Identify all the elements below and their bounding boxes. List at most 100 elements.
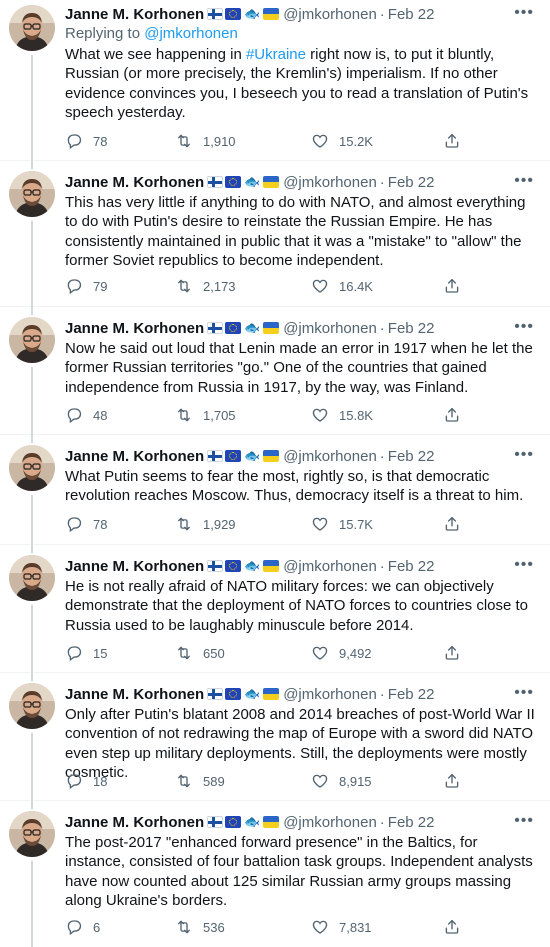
- tweet-date[interactable]: Feb 22: [388, 686, 435, 703]
- retweet-icon: [175, 644, 203, 662]
- avatar[interactable]: [9, 5, 55, 51]
- reply-button[interactable]: 15: [65, 644, 107, 662]
- more-icon[interactable]: •••: [514, 556, 534, 574]
- avatar[interactable]: [9, 555, 55, 601]
- fish-icon: 🐟: [244, 558, 261, 573]
- avatar[interactable]: [9, 317, 55, 363]
- tweet-date[interactable]: Feb 22: [388, 320, 435, 337]
- author-name[interactable]: Janne M. Korhonen: [65, 558, 204, 575]
- thread-line: [31, 605, 33, 673]
- like-button[interactable]: 15.2K: [311, 132, 373, 150]
- author-name[interactable]: Janne M. Korhonen: [65, 320, 204, 337]
- tweet[interactable]: Janne M. Korhonen 🐟 @jmkorhonen · Feb 22…: [0, 545, 550, 673]
- tweet[interactable]: Janne M. Korhonen 🐟 @jmkorhonen · Feb 22…: [0, 0, 550, 161]
- tweet-actions: 18 589 8,915: [65, 772, 465, 792]
- like-button[interactable]: 16.4K: [311, 277, 373, 295]
- retweet-button[interactable]: 1,929: [175, 515, 236, 533]
- avatar[interactable]: [9, 171, 55, 217]
- finland-flag-icon: [207, 816, 224, 828]
- author-name[interactable]: Janne M. Korhonen: [65, 6, 204, 23]
- like-count: 9,492: [339, 645, 372, 661]
- retweet-count: 1,705: [203, 407, 236, 423]
- reply-button[interactable]: 78: [65, 515, 107, 533]
- author-handle[interactable]: @jmkorhonen: [283, 174, 377, 191]
- reply-button[interactable]: 18: [65, 772, 107, 790]
- reply-icon: [65, 515, 93, 533]
- tweet-content: Janne M. Korhonen 🐟 @jmkorhonen · Feb 22…: [65, 318, 538, 397]
- share-button[interactable]: [443, 515, 471, 533]
- thread-line: [31, 161, 33, 169]
- avatar[interactable]: [9, 811, 55, 857]
- share-button[interactable]: [443, 277, 471, 295]
- tweet-content: Janne M. Korhonen 🐟 @jmkorhonen · Feb 22…: [65, 812, 538, 911]
- finland-flag-icon: [207, 322, 224, 334]
- like-button[interactable]: 9,492: [311, 644, 372, 662]
- finland-flag-icon: [207, 450, 224, 462]
- share-button[interactable]: [443, 132, 471, 150]
- retweet-button[interactable]: 1,705: [175, 406, 236, 424]
- ukraine-flag-icon: [263, 8, 280, 20]
- author-name[interactable]: Janne M. Korhonen: [65, 814, 204, 831]
- share-button[interactable]: [443, 644, 471, 662]
- tweet-date[interactable]: Feb 22: [388, 6, 435, 23]
- reply-button[interactable]: 79: [65, 277, 107, 295]
- author-handle[interactable]: @jmkorhonen: [283, 6, 377, 23]
- fish-icon: 🐟: [244, 814, 261, 829]
- retweet-button[interactable]: 589: [175, 772, 225, 790]
- retweet-count: 1,929: [203, 516, 236, 532]
- more-icon[interactable]: •••: [514, 684, 534, 702]
- retweet-button[interactable]: 650: [175, 644, 225, 662]
- reply-button[interactable]: 48: [65, 406, 107, 424]
- like-button[interactable]: 8,915: [311, 772, 372, 790]
- tweet-date[interactable]: Feb 22: [388, 174, 435, 191]
- like-count: 15.7K: [339, 516, 373, 532]
- fish-icon: 🐟: [244, 448, 261, 463]
- author-name[interactable]: Janne M. Korhonen: [65, 174, 204, 191]
- tweet[interactable]: Janne M. Korhonen 🐟 @jmkorhonen · Feb 22…: [0, 161, 550, 307]
- retweet-button[interactable]: 2,173: [175, 277, 236, 295]
- hashtag-link[interactable]: #Ukraine: [246, 46, 306, 63]
- share-button[interactable]: [443, 918, 471, 936]
- more-icon[interactable]: •••: [514, 446, 534, 464]
- author-handle[interactable]: @jmkorhonen: [283, 558, 377, 575]
- author-handle[interactable]: @jmkorhonen: [283, 448, 377, 465]
- tweet[interactable]: Janne M. Korhonen 🐟 @jmkorhonen · Feb 22…: [0, 307, 550, 435]
- heart-icon: [311, 918, 339, 936]
- share-button[interactable]: [443, 406, 471, 424]
- retweet-icon: [175, 406, 203, 424]
- retweet-button[interactable]: 536: [175, 918, 225, 936]
- tweet-date[interactable]: Feb 22: [388, 558, 435, 575]
- more-icon[interactable]: •••: [514, 812, 534, 830]
- retweet-icon: [175, 277, 203, 295]
- share-icon: [443, 132, 471, 150]
- replying-to-link[interactable]: @jmkorhonen: [144, 25, 238, 42]
- retweet-icon: [175, 132, 203, 150]
- reply-button[interactable]: 78: [65, 132, 107, 150]
- like-button[interactable]: 7,831: [311, 918, 372, 936]
- more-icon[interactable]: •••: [514, 4, 534, 22]
- retweet-button[interactable]: 1,910: [175, 132, 236, 150]
- ukraine-flag-icon: [263, 688, 280, 700]
- tweet-date[interactable]: Feb 22: [388, 448, 435, 465]
- share-button[interactable]: [443, 772, 471, 790]
- author-name[interactable]: Janne M. Korhonen: [65, 686, 204, 703]
- author-handle[interactable]: @jmkorhonen: [283, 320, 377, 337]
- author-name[interactable]: Janne M. Korhonen: [65, 448, 204, 465]
- separator: ·: [379, 447, 385, 465]
- tweet-date[interactable]: Feb 22: [388, 814, 435, 831]
- more-icon[interactable]: •••: [514, 172, 534, 190]
- author-handle[interactable]: @jmkorhonen: [283, 686, 377, 703]
- tweet[interactable]: Janne M. Korhonen 🐟 @jmkorhonen · Feb 22…: [0, 801, 550, 947]
- thread-line: [31, 673, 33, 681]
- avatar[interactable]: [9, 683, 55, 729]
- avatar[interactable]: [9, 445, 55, 491]
- tweet[interactable]: Janne M. Korhonen 🐟 @jmkorhonen · Feb 22…: [0, 435, 550, 545]
- like-button[interactable]: 15.7K: [311, 515, 373, 533]
- share-icon: [443, 406, 471, 424]
- tweet[interactable]: Janne M. Korhonen 🐟 @jmkorhonen · Feb 22…: [0, 673, 550, 801]
- more-icon[interactable]: •••: [514, 318, 534, 336]
- author-handle[interactable]: @jmkorhonen: [283, 814, 377, 831]
- ukraine-flag-icon: [263, 450, 280, 462]
- like-button[interactable]: 15.8K: [311, 406, 373, 424]
- reply-button[interactable]: 6: [65, 918, 100, 936]
